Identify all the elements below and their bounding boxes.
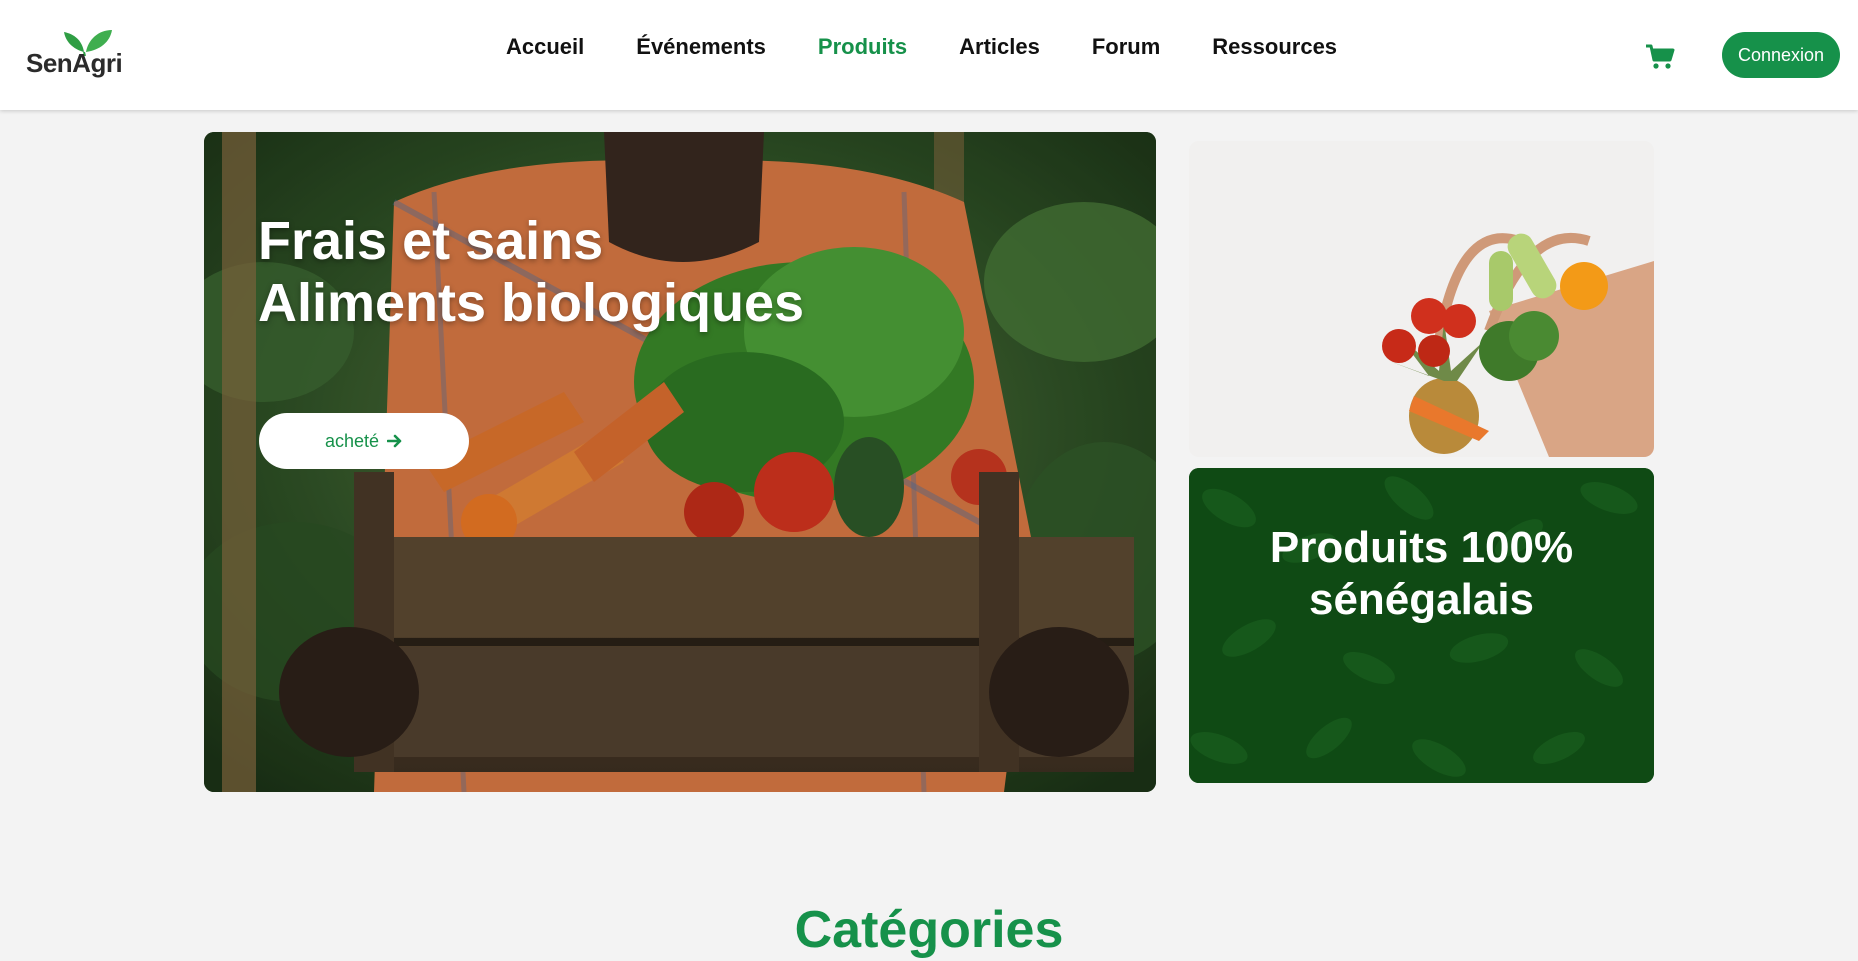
- senegal-products-card[interactable]: Produits 100% sénégalais: [1189, 468, 1654, 783]
- logo-text: SenAgri: [26, 48, 123, 78]
- nav-ressources[interactable]: Ressources: [1212, 34, 1337, 60]
- buy-button[interactable]: acheté: [259, 413, 469, 469]
- grocery-bag-image: [1189, 141, 1654, 457]
- hero-title: Frais et sains Aliments biologiques: [258, 210, 958, 334]
- nav-produits[interactable]: Produits: [818, 34, 907, 60]
- categories-title: Catégories: [794, 901, 1064, 959]
- nav-articles[interactable]: Articles: [959, 34, 1040, 60]
- nav-forum[interactable]: Forum: [1092, 34, 1160, 60]
- buy-button-label: acheté: [324, 430, 380, 451]
- senegal-title-line1: Produits 100%: [1269, 523, 1574, 572]
- senagri-logo[interactable]: SenAgri: [26, 28, 141, 78]
- login-button[interactable]: Connexion: [1722, 32, 1840, 78]
- hero-title-line1: Frais et sains: [258, 211, 604, 271]
- hero-banner: Frais et sains Aliments biologiques ache…: [204, 132, 1156, 792]
- senegal-title-line2: sénégalais: [1308, 575, 1535, 624]
- nav-evenements[interactable]: Événements: [636, 34, 766, 60]
- arrow-right-icon: [387, 434, 402, 448]
- nav-accueil[interactable]: Accueil: [506, 34, 584, 60]
- senegal-products-title: Produits 100% sénégalais: [1189, 522, 1654, 626]
- main-nav: Accueil Événements Produits Articles For…: [506, 34, 1389, 60]
- shopping-cart-icon[interactable]: [1645, 44, 1675, 70]
- site-header: SenAgri Accueil Événements Produits Arti…: [0, 0, 1858, 110]
- hero-title-line2: Aliments biologiques: [258, 273, 805, 333]
- grocery-bag-card[interactable]: [1189, 141, 1654, 457]
